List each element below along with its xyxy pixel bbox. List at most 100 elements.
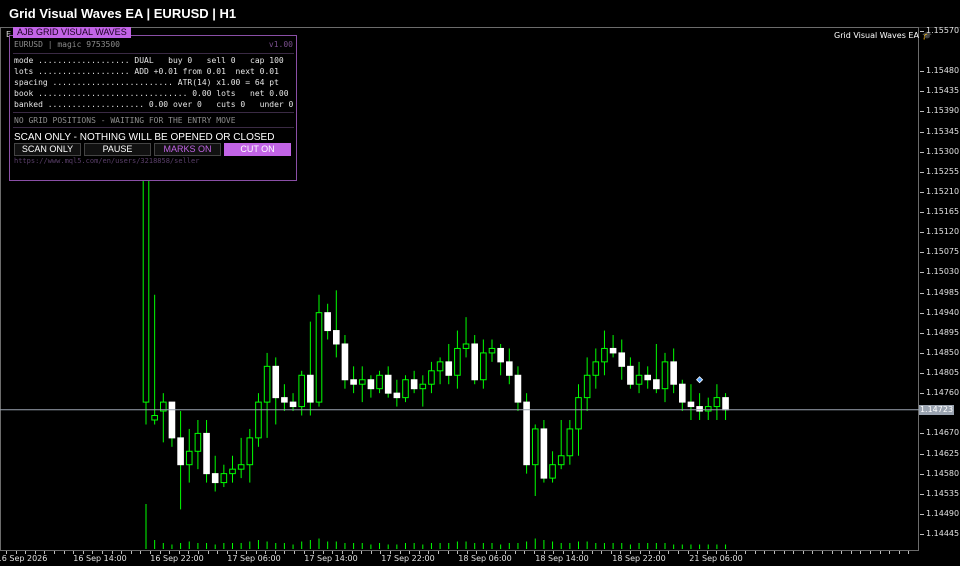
candle-bearish bbox=[211, 473, 219, 484]
time-tick bbox=[889, 551, 891, 554]
version-label: v1.00 bbox=[268, 40, 293, 49]
candle-bullish bbox=[376, 374, 383, 390]
time-tick bbox=[591, 551, 593, 554]
time-tick bbox=[774, 551, 775, 554]
candle-bearish bbox=[333, 330, 340, 345]
time-tick bbox=[34, 551, 36, 554]
time-tick bbox=[543, 551, 545, 554]
candle-bullish bbox=[298, 374, 305, 408]
price-tick-label: 1.14895 bbox=[926, 327, 960, 337]
price-axis[interactable]: 1.15570 1.15480 1.15435 1.15390 1.15345 1.153… bbox=[920, 26, 960, 551]
time-tick bbox=[265, 551, 267, 554]
price-tick bbox=[920, 171, 924, 173]
time-tick bbox=[102, 551, 103, 554]
candle-bearish bbox=[367, 379, 375, 390]
candle-bearish bbox=[341, 343, 349, 381]
time-tick bbox=[44, 551, 46, 554]
time-tick bbox=[447, 551, 449, 554]
time-tick bbox=[457, 551, 459, 554]
time-tick bbox=[802, 551, 804, 554]
time-tick bbox=[207, 551, 209, 554]
candle-bullish bbox=[549, 464, 556, 479]
time-tick bbox=[716, 551, 718, 554]
time-tick bbox=[130, 551, 132, 554]
time-tick bbox=[6, 551, 7, 554]
price-tick-label: 1.15075 bbox=[926, 247, 960, 257]
time-tick bbox=[841, 551, 843, 554]
time-tick bbox=[658, 551, 660, 554]
time-tick bbox=[534, 551, 535, 554]
time-tick bbox=[812, 551, 814, 554]
time-tick bbox=[793, 551, 795, 554]
candle-bullish bbox=[185, 450, 193, 466]
ea-panel[interactable]: AJB GRID VISUAL WAVES EURUSD | magic 975… bbox=[9, 27, 297, 181]
time-axis[interactable]: 16 Sep 2026 16 Sep 14:00 16 Sep 22:00 17 Se… bbox=[0, 551, 960, 566]
candle-bullish bbox=[220, 473, 228, 484]
price-tick bbox=[920, 473, 924, 475]
time-tick bbox=[562, 551, 564, 554]
candle-bearish bbox=[350, 379, 357, 385]
candle-bullish bbox=[575, 397, 582, 430]
time-tick bbox=[274, 551, 276, 554]
time-tick bbox=[15, 551, 17, 554]
candle-bearish bbox=[471, 343, 478, 381]
price-tick-label: 1.14580 bbox=[926, 468, 960, 478]
marks-on-button[interactable]: MARKS ON bbox=[154, 143, 221, 156]
candle-bearish bbox=[679, 383, 686, 403]
candle-bearish bbox=[177, 437, 184, 466]
time-tick bbox=[236, 551, 238, 554]
row-spacing: spacing ......................... ATR(14… bbox=[14, 78, 294, 89]
row-lots-key: lots ................... bbox=[14, 67, 130, 76]
time-tick bbox=[639, 551, 641, 554]
time-tick bbox=[361, 551, 363, 554]
time-tick bbox=[668, 551, 670, 554]
candle-bearish bbox=[627, 365, 634, 385]
price-tick-label: 1.14760 bbox=[926, 388, 960, 398]
time-tick bbox=[178, 551, 180, 554]
candle-bearish bbox=[393, 392, 401, 399]
time-tick bbox=[486, 551, 487, 554]
candle-bullish bbox=[635, 374, 643, 385]
candle-bullish bbox=[237, 464, 245, 470]
time-tick bbox=[150, 551, 151, 554]
time-tick bbox=[111, 551, 113, 554]
candle-bearish bbox=[410, 379, 418, 390]
panel-title-tab[interactable]: AJB GRID VISUAL WAVES bbox=[13, 27, 131, 38]
time-tick bbox=[332, 551, 334, 554]
time-tick bbox=[610, 551, 612, 554]
candle-bearish bbox=[497, 347, 504, 363]
time-tick bbox=[92, 551, 94, 554]
time-tick bbox=[822, 551, 823, 554]
price-tick-label: 1.14625 bbox=[926, 448, 960, 458]
candle-bearish bbox=[384, 374, 392, 394]
symbol-magic-label: EURUSD | magic 9753500 bbox=[14, 40, 120, 49]
scan-mode-message: SCAN ONLY - NOTHING WILL BE OPENED OR CL… bbox=[14, 132, 275, 143]
seller-link[interactable]: https://www.mql5.com/en/users/3218858/se… bbox=[14, 157, 199, 165]
time-tick bbox=[860, 551, 862, 554]
price-tick bbox=[920, 453, 924, 455]
time-tick bbox=[850, 551, 852, 554]
candle-bearish bbox=[514, 374, 522, 403]
time-tick bbox=[706, 551, 708, 554]
time-tick bbox=[754, 551, 756, 554]
candle-bullish bbox=[566, 428, 574, 457]
candle-bullish bbox=[480, 352, 487, 381]
price-tick-label: 1.14985 bbox=[926, 287, 960, 297]
time-tick bbox=[601, 551, 603, 554]
time-tick bbox=[428, 551, 430, 554]
candle-bearish bbox=[609, 347, 617, 354]
grid-status-text: NO GRID POSITIONS - WAITING FOR THE ENTR… bbox=[14, 116, 236, 125]
time-tick bbox=[284, 551, 286, 554]
scan-only-button[interactable]: SCAN ONLY bbox=[14, 143, 81, 156]
candle-bullish bbox=[454, 347, 461, 376]
price-tick bbox=[920, 433, 924, 435]
candle-bearish bbox=[168, 401, 176, 439]
time-tick bbox=[370, 551, 372, 554]
price-tick-label: 1.14805 bbox=[926, 368, 960, 378]
row-book-value: ............ 0.00 lots net 0.00 bbox=[129, 89, 289, 98]
price-tick bbox=[920, 493, 924, 495]
time-tick bbox=[476, 551, 478, 554]
candle-bullish bbox=[704, 406, 712, 412]
pause-button[interactable]: PAUSE bbox=[84, 143, 151, 156]
cut-on-button[interactable]: CUT ON bbox=[224, 143, 291, 156]
